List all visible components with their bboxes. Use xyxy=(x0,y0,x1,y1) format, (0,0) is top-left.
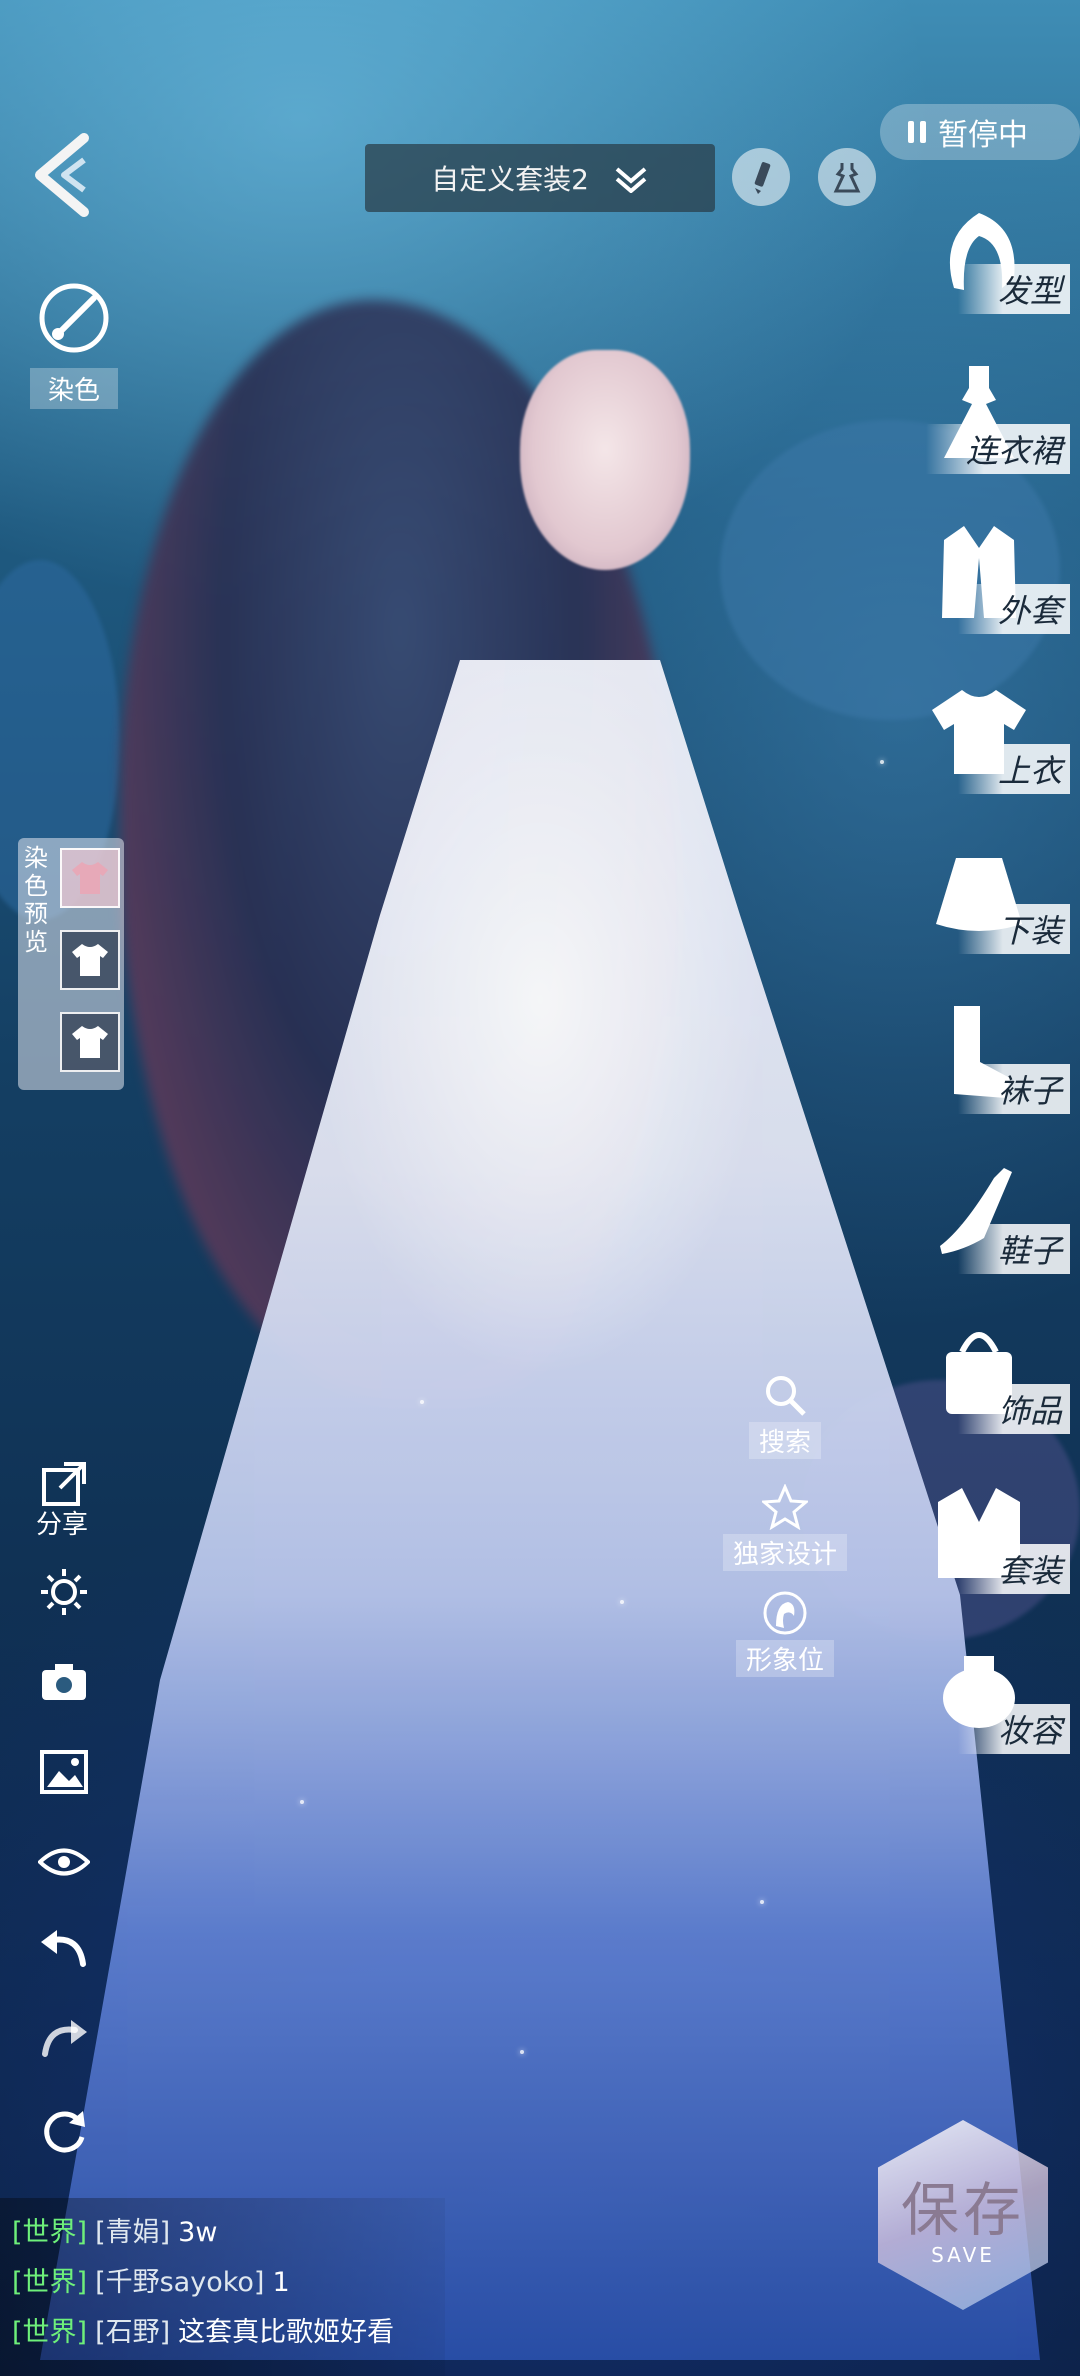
dye-button[interactable]: 染色 xyxy=(22,280,126,409)
sparkle xyxy=(620,1600,624,1604)
category-label: 妆容 xyxy=(957,1704,1070,1754)
search-label: 搜索 xyxy=(748,1422,821,1459)
category-dress[interactable]: 连衣裙 xyxy=(890,358,1070,518)
category-socks[interactable]: 袜子 xyxy=(890,998,1070,1158)
chat-message: 这套真比歌姬好看 xyxy=(178,2317,395,2348)
category-accessories[interactable]: 饰品 xyxy=(890,1318,1070,1478)
dress-outline-icon xyxy=(833,163,861,193)
chat-line: [世界] [青娟] 3w xyxy=(12,2210,217,2249)
camera-icon xyxy=(42,1664,86,1700)
search-icon xyxy=(766,1376,806,1416)
search-button[interactable]: 搜索 xyxy=(720,1372,850,1459)
chat-panel[interactable]: [世界] [青娟] 3w [世界] [千野sayoko] 1 [世界] [石野] 这套真比歌… xyxy=(0,2198,445,2376)
sparkle xyxy=(420,1400,424,1404)
share-icon xyxy=(42,1462,86,1506)
category-hair[interactable]: 发型 xyxy=(890,198,1070,358)
eye-icon xyxy=(38,1848,90,1876)
chat-username: [千野sayoko] xyxy=(95,2267,265,2298)
sparkle xyxy=(880,760,884,764)
sparkle xyxy=(760,1900,764,1904)
chat-message: 3w xyxy=(178,2217,218,2248)
category-label: 下装 xyxy=(957,904,1070,954)
background-button[interactable] xyxy=(34,1742,94,1802)
pause-icon xyxy=(908,121,926,143)
redo-icon xyxy=(42,2020,87,2057)
dye-slot-1[interactable] xyxy=(60,848,120,908)
outfit-name: 自定义套装2 xyxy=(431,163,589,196)
dye-preview-label: 染色预览 xyxy=(24,844,48,956)
category-label: 外套 xyxy=(957,584,1070,634)
dye-label: 染色 xyxy=(29,368,118,409)
camera-button[interactable] xyxy=(34,1652,94,1712)
back-button[interactable] xyxy=(28,130,108,220)
chat-channel: [世界] xyxy=(12,2317,88,2348)
shirt-icon xyxy=(72,944,108,976)
outfit-selector[interactable]: 自定义套装2 xyxy=(365,144,715,212)
chat-line: [世界] [千野sayoko] 1 xyxy=(12,2260,290,2299)
sparkle xyxy=(520,2050,524,2054)
chat-channel: [世界] xyxy=(12,2217,88,2248)
reset-icon xyxy=(44,2111,85,2153)
chat-username: [青娟] xyxy=(95,2217,171,2248)
dye-slot-2[interactable] xyxy=(60,930,120,990)
undo-icon xyxy=(41,1930,86,1967)
category-label: 连衣裙 xyxy=(925,424,1070,474)
pause-button[interactable]: 暂停中 xyxy=(880,104,1080,160)
undo-button[interactable] xyxy=(34,1922,94,1982)
view-toggle-button[interactable] xyxy=(34,1832,94,1892)
chat-line: [世界] [石野] 这套真比歌姬好看 xyxy=(12,2310,394,2349)
category-label: 饰品 xyxy=(957,1384,1070,1434)
category-label: 袜子 xyxy=(957,1064,1070,1114)
chat-channel: [世界] xyxy=(12,2267,88,2298)
lighting-button[interactable] xyxy=(34,1562,94,1622)
share-label: 分享 xyxy=(36,1510,89,1540)
back-arrow-icon xyxy=(35,133,89,217)
category-label: 发型 xyxy=(957,264,1070,314)
shirt-icon xyxy=(72,1026,108,1058)
shirt-icon xyxy=(72,862,108,894)
wardrobe-button[interactable] xyxy=(818,148,876,206)
chevron-down-icon xyxy=(615,167,647,193)
image-slot-label: 形象位 xyxy=(735,1640,834,1677)
category-label: 套装 xyxy=(957,1544,1070,1594)
category-makeup[interactable]: 妆容 xyxy=(890,1638,1070,1798)
dye-slot-3[interactable] xyxy=(60,1012,120,1072)
image-icon xyxy=(40,1750,88,1794)
reset-button[interactable] xyxy=(34,2102,94,2162)
category-coat[interactable]: 外套 xyxy=(890,518,1070,678)
profile-icon xyxy=(763,1591,807,1635)
sparkle xyxy=(300,1800,304,1804)
category-suit[interactable]: 套装 xyxy=(890,1478,1070,1638)
category-bottom[interactable]: 下装 xyxy=(890,838,1070,998)
category-label: 鞋子 xyxy=(957,1224,1070,1274)
redo-button[interactable] xyxy=(34,2012,94,2072)
exclusive-design-button[interactable]: 独家设计 xyxy=(720,1483,850,1571)
character-face xyxy=(520,350,690,570)
exclusive-design-label: 独家设计 xyxy=(722,1534,847,1571)
star-icon xyxy=(760,1483,810,1531)
rename-button[interactable] xyxy=(732,148,790,206)
save-label: 保存 xyxy=(900,2176,1025,2244)
pencil-icon xyxy=(754,162,771,194)
chat-message: 1 xyxy=(272,2267,290,2298)
save-sublabel: SAVE xyxy=(931,2243,995,2267)
pause-label: 暂停中 xyxy=(938,118,1028,153)
image-slot-button[interactable]: 形象位 xyxy=(720,1590,850,1677)
dye-brush-icon xyxy=(39,283,109,353)
category-label: 上衣 xyxy=(957,744,1070,794)
sun-icon xyxy=(41,1569,87,1615)
category-top[interactable]: 上衣 xyxy=(890,678,1070,838)
dye-preview-panel: 染色预览 xyxy=(18,838,124,1090)
chat-username: [石野] xyxy=(95,2317,171,2348)
category-shoes[interactable]: 鞋子 xyxy=(890,1158,1070,1318)
